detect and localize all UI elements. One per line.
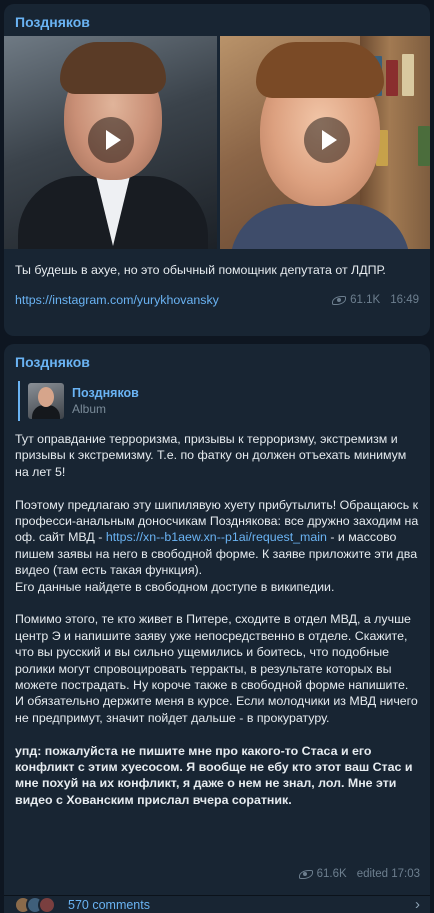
message-post-2: Поздняков Поздняков Album Тут оправдание… <box>4 344 430 913</box>
avatar <box>38 895 56 913</box>
mvd-link[interactable]: https://xn--b1aew.xn--p1ai/request_main <box>106 530 327 544</box>
play-icon[interactable] <box>87 116 134 163</box>
view-count: 61.6K <box>316 868 347 880</box>
play-icon[interactable] <box>304 116 350 163</box>
chevron-right-icon[interactable]: › <box>415 896 420 913</box>
reply-author: Поздняков <box>72 386 139 400</box>
video-thumbnail-2[interactable] <box>220 36 430 249</box>
video-thumbnail-1[interactable] <box>4 36 217 249</box>
commenter-avatars <box>14 895 56 913</box>
comments-bar[interactable]: 570 comments › <box>4 895 430 913</box>
message-post-1: Поздняков Ты будешь в ахуе, но это обычн… <box>4 4 430 336</box>
reply-type: Album <box>72 402 107 416</box>
comments-count[interactable]: 570 comments <box>68 898 150 912</box>
reply-thumbnail <box>28 383 64 419</box>
message-meta: 61.1K 16:49 <box>332 294 419 306</box>
edited-time: edited 17:03 <box>356 868 420 880</box>
view-count: 61.1K <box>350 294 381 307</box>
eye-icon <box>332 295 347 305</box>
message-time: 16:49 <box>390 294 419 307</box>
reply-preview[interactable]: Поздняков Album <box>18 381 419 421</box>
message-text: Тут оправдание терроризма, призывы к тер… <box>4 431 430 808</box>
message-meta: 61.6K edited 17:03 <box>298 868 420 880</box>
paragraph-2: Поэтому предлагаю эту шипилявую хуету пр… <box>15 497 419 594</box>
sender-name[interactable]: Поздняков <box>4 344 430 376</box>
sender-name[interactable]: Поздняков <box>4 4 430 36</box>
message-text: Ты будешь в ахуе, но это обычный помощни… <box>15 263 386 277</box>
media-album <box>4 36 430 249</box>
paragraph-update: упд: пожалуйста не пишите мне про какого… <box>15 743 413 807</box>
paragraph-1: Тут оправдание терроризма, призывы к тер… <box>15 432 407 479</box>
instagram-link[interactable]: https://instagram.com/yurykhovansky <box>15 293 219 307</box>
paragraph-3: Помимо этого, те кто живет в Питере, схо… <box>15 612 418 725</box>
eye-icon <box>298 869 313 879</box>
